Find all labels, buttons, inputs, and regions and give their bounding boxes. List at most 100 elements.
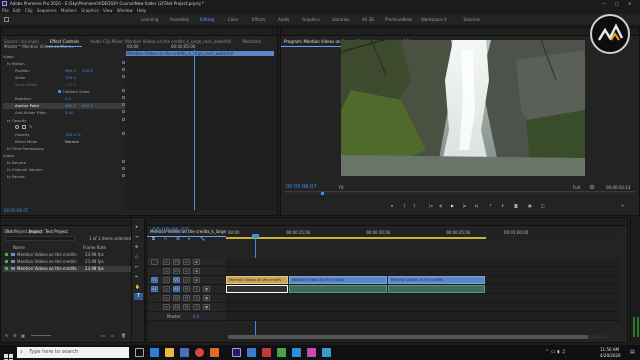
home-icon[interactable] (4, 17, 9, 22)
workspace-4[interactable]: Workspace 4 (421, 17, 447, 22)
minimize-button[interactable]: — (602, 1, 606, 6)
reset-icon[interactable] (122, 167, 125, 170)
reset-icon[interactable] (122, 118, 125, 121)
audio-clip[interactable] (388, 285, 485, 293)
mark-out-icon[interactable]: } (413, 203, 416, 208)
new-bin-icon[interactable]: ▭ (101, 333, 105, 338)
step-forward-icon[interactable]: |▸ (463, 203, 466, 208)
store-icon[interactable] (180, 348, 189, 357)
edge-icon[interactable] (150, 348, 159, 357)
toggle-sync-v3[interactable]: ▭ (183, 259, 190, 265)
icon-view-icon[interactable]: ▦ (21, 333, 25, 338)
menu-window[interactable]: Window (117, 8, 133, 13)
track-lock-a3[interactable]: ⌂ (163, 304, 170, 310)
toggle-sync-v1[interactable]: ▭ (183, 277, 190, 283)
ec-playhead[interactable] (194, 50, 195, 210)
notifications-icon[interactable]: ▤ (630, 349, 635, 355)
workspace-graphics[interactable]: Graphics (302, 17, 320, 22)
program-playhead[interactable] (321, 192, 324, 195)
track-label-v3[interactable]: V3 (173, 259, 180, 265)
windows-start-icon[interactable] (4, 348, 13, 360)
reset-icon[interactable] (122, 103, 125, 106)
record-a3-icon[interactable]: ● (203, 304, 210, 310)
tray-icons[interactable]: ⌃ ▭ ◖ ♫ (545, 349, 566, 355)
program-timecode[interactable]: 00:00:06:07 (286, 185, 317, 190)
solo-a2[interactable]: S (193, 295, 200, 301)
type-tool-icon[interactable]: T (134, 293, 143, 300)
track-label-a2[interactable]: A2 (173, 295, 180, 301)
play-icon[interactable]: ▶ (451, 203, 454, 208)
workspace-tutorials[interactable]: Tutorials (463, 17, 480, 22)
workspace-premiumbeat[interactable]: PremiumBeat (385, 17, 412, 22)
app-icon[interactable] (292, 348, 301, 357)
track-lane-a3[interactable] (225, 303, 620, 312)
work-area-bar[interactable] (226, 237, 486, 239)
source-patch-a1[interactable]: A1 (151, 286, 158, 292)
list-view-icon[interactable]: ☰ (13, 333, 17, 338)
reset-icon[interactable] (122, 68, 125, 71)
reset-icon[interactable] (122, 160, 125, 163)
slip-tool-icon[interactable]: ↔ (135, 264, 138, 269)
blend-mode-select[interactable]: Normal (65, 139, 79, 144)
audio-clip[interactable] (289, 285, 387, 293)
opacity-value[interactable]: 100.0 % (65, 132, 81, 137)
program-scrub-bar[interactable] (285, 191, 635, 194)
workspace-libraries[interactable]: Libraries (332, 17, 349, 22)
clock-time[interactable]: 11:50 AM (600, 347, 619, 352)
workspace-audio[interactable]: Audio (278, 17, 289, 22)
selection-tool-icon[interactable]: ➤ (135, 224, 138, 229)
button-editor-icon[interactable]: + (621, 203, 624, 208)
snap-icon[interactable]: ∩ (164, 236, 167, 241)
go-to-out-icon[interactable]: ▸| (475, 203, 478, 208)
column-frame-rate[interactable]: Frame Rate (83, 245, 106, 250)
menu-edit[interactable]: Edit (13, 8, 21, 13)
vr-icon[interactable]: ◫ (541, 203, 545, 208)
timeline-timecode[interactable]: 00:00:06:07 (152, 227, 189, 234)
add-marker-icon[interactable]: ▾ (391, 203, 393, 208)
close-button[interactable]: ✕ (628, 1, 631, 6)
column-name[interactable]: Name (13, 245, 25, 250)
ellipse-mask-icon[interactable] (15, 125, 19, 129)
timeline-horizontal-scrollbar[interactable] (228, 335, 608, 339)
video-clip[interactable]: Mention Videos on the credits (226, 276, 288, 284)
reset-icon[interactable] (122, 96, 125, 99)
track-lock-a1[interactable]: ⌂ (163, 286, 170, 292)
source-patch-v1[interactable]: V1 (151, 277, 158, 283)
nest-icon[interactable]: ⧉ (152, 236, 155, 241)
track-select-tool-icon[interactable]: ⇥ (135, 234, 138, 239)
track-lane-a2[interactable] (225, 294, 620, 303)
project-search-input[interactable] (5, 236, 75, 241)
rectangle-mask-icon[interactable] (22, 125, 26, 129)
reset-icon[interactable] (122, 110, 125, 113)
scrollbar-thumb[interactable] (228, 335, 588, 339)
settings-wrench-icon[interactable] (590, 185, 594, 189)
list-item[interactable]: Mention Videos on the credits 23.98 fps (3, 259, 133, 265)
add-marker-icon[interactable]: ▾ (188, 236, 190, 241)
menu-file[interactable]: File (2, 8, 9, 13)
mark-in-icon[interactable]: { (403, 203, 406, 208)
playhead-handle[interactable] (252, 234, 259, 238)
razor-tool-icon[interactable]: ◇ (135, 254, 138, 259)
scale-value[interactable]: 100.0 (65, 75, 76, 80)
list-item-selected[interactable]: Mention Videos on the credits 23.98 fps (3, 266, 133, 272)
app-icon[interactable] (307, 348, 316, 357)
workspace-assembly[interactable]: Assembly (170, 17, 189, 22)
workspace-editing[interactable]: Editing (200, 17, 214, 22)
zoom-slider[interactable] (31, 335, 51, 336)
reset-icon[interactable] (122, 75, 125, 78)
maximize-button[interactable]: □ (615, 1, 619, 6)
track-lane-mix[interactable] (225, 312, 620, 321)
menu-help[interactable]: Help (137, 8, 146, 13)
track-lane-v3[interactable] (225, 258, 620, 267)
anti-flicker-value[interactable]: 0.00 (65, 110, 73, 115)
linked-selection-icon[interactable]: ⌘ (176, 236, 180, 241)
menu-sequence[interactable]: Sequence (37, 8, 57, 13)
clock-date[interactable]: 4/20/2020 (600, 353, 621, 358)
ripple-edit-tool-icon[interactable]: ✥ (135, 244, 138, 249)
track-lock-v3[interactable]: ⌂ (163, 259, 170, 265)
record-a1-icon[interactable]: ● (203, 286, 210, 292)
task-view-icon[interactable] (135, 348, 144, 357)
track-lane-v1[interactable]: Mention Videos on the credits Mention Vi… (225, 276, 620, 285)
video-clip[interactable]: Mention Videos on the credits (289, 276, 387, 284)
lock-icon[interactable]: ✎ (5, 333, 8, 338)
